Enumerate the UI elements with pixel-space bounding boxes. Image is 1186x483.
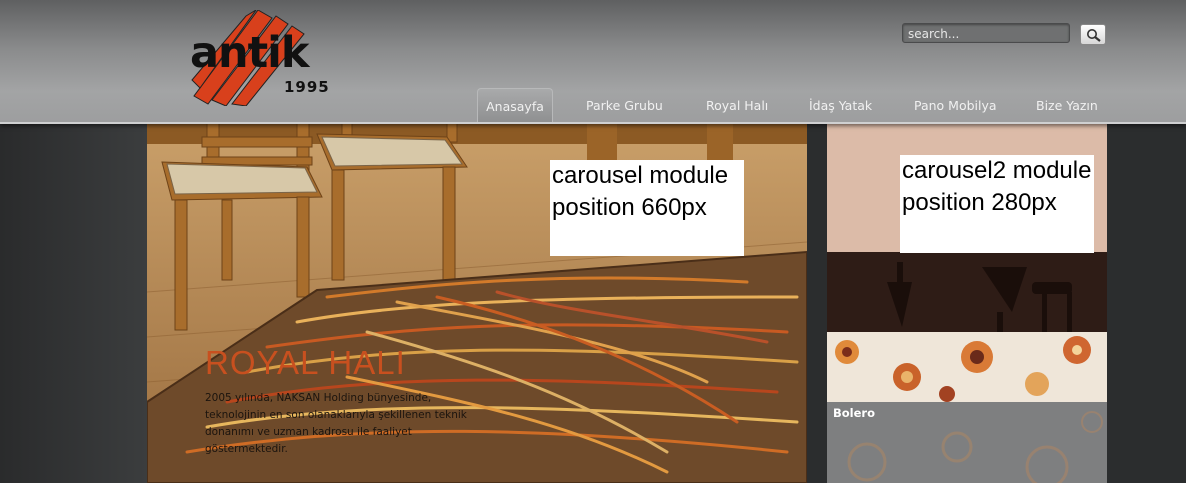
site-header: antik 1995 search... Anasayfa Parke Grub… <box>0 0 1186 124</box>
nav-item-royal-hali[interactable]: Royal Halı <box>706 88 768 122</box>
slide-title: ROYAL HALI <box>205 344 406 381</box>
nav-item-bize-yazin[interactable]: Bize Yazın <box>1036 88 1098 122</box>
nav-item-pano-mobilya[interactable]: Pano Mobilya <box>914 88 997 122</box>
carousel-position-label: carousel module position 660px <box>550 160 744 256</box>
magnifier-icon <box>1087 29 1101 42</box>
logo-year: 1995 <box>284 78 330 96</box>
slide-caption: Bolero <box>833 406 875 420</box>
side-carousel[interactable]: carousel2 module position 280px Bolero <box>827 122 1107 483</box>
left-margin <box>0 122 147 483</box>
nav-item-idas-yatak[interactable]: İdaş Yatak <box>809 88 872 122</box>
slide-description: 2005 yılında, NAKSAN Holding bünyesinde,… <box>205 392 467 455</box>
nav-item-parke-grubu[interactable]: Parke Grubu <box>586 88 663 122</box>
site-logo[interactable]: antik 1995 <box>188 10 338 106</box>
search-input[interactable]: search... <box>902 23 1070 43</box>
right-margin <box>1107 122 1186 483</box>
main-carousel[interactable]: carousel module position 660px ROYAL HAL… <box>147 122 807 483</box>
carousel2-position-label: carousel2 module position 280px <box>900 155 1094 253</box>
search-button[interactable] <box>1080 24 1106 45</box>
logo-wordmark: antik <box>190 28 310 78</box>
nav-item-anasayfa[interactable]: Anasayfa <box>477 88 553 122</box>
